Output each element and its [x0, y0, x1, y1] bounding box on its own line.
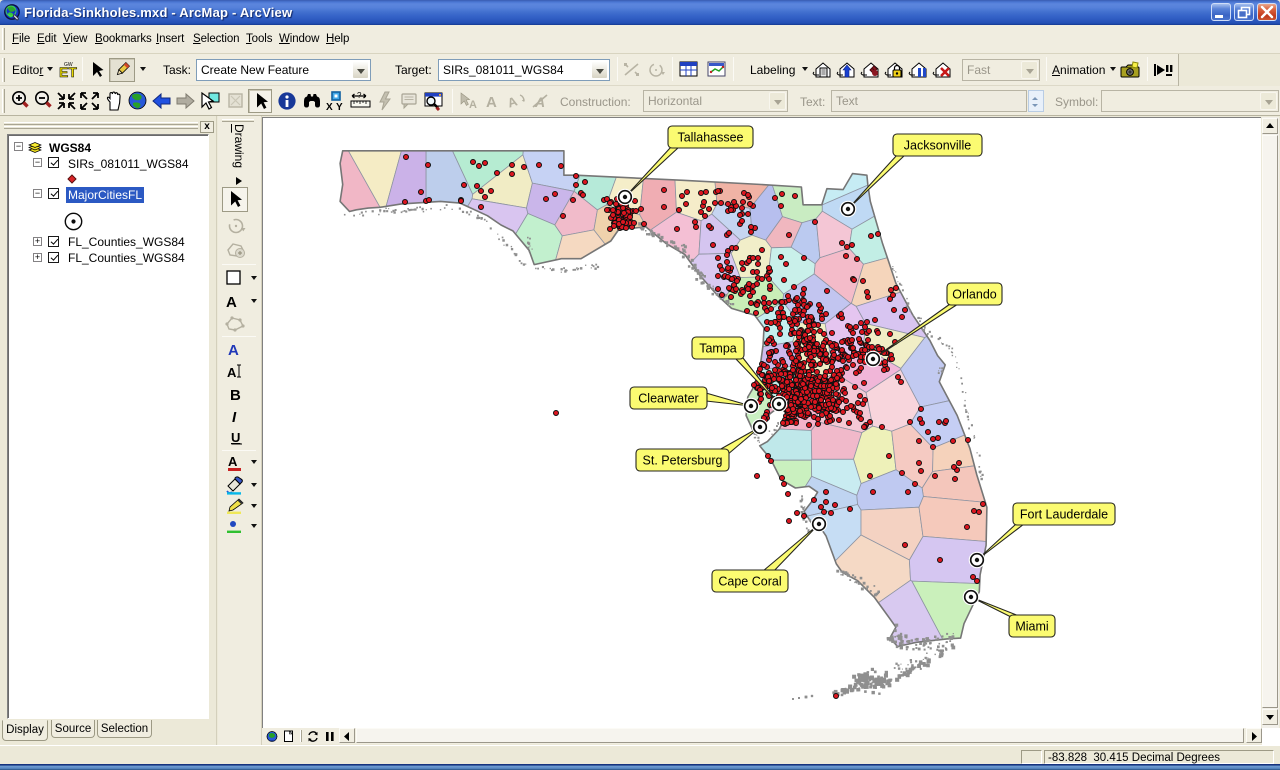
svg-text:St. Petersburg: St. Petersburg: [643, 454, 723, 468]
svg-text:?: ?: [357, 91, 362, 100]
svg-text:A: A: [228, 454, 238, 469]
svg-text:A: A: [486, 94, 497, 111]
svg-text:Miami: Miami: [1015, 620, 1048, 634]
svg-text:Fort Lauderdale: Fort Lauderdale: [1020, 508, 1108, 522]
svg-text:A: A: [506, 93, 520, 110]
svg-text:A: A: [226, 294, 237, 310]
svg-text:B: B: [230, 387, 241, 403]
svg-text:I: I: [232, 409, 237, 425]
svg-text:GW: GW: [64, 62, 73, 68]
svg-text:Tallahassee: Tallahassee: [677, 131, 743, 145]
svg-text:A: A: [228, 342, 239, 358]
svg-text:A: A: [227, 365, 237, 380]
svg-text:U: U: [231, 430, 240, 445]
svg-text:X: X: [326, 102, 333, 112]
svg-text:Cape Coral: Cape Coral: [718, 575, 781, 589]
svg-text:A: A: [469, 99, 477, 111]
svg-text:Tampa: Tampa: [699, 342, 737, 356]
svg-text:Clearwater: Clearwater: [638, 392, 698, 406]
svg-text:Y: Y: [336, 102, 343, 112]
svg-text:Jacksonville: Jacksonville: [904, 139, 971, 153]
svg-text:Orlando: Orlando: [952, 288, 997, 302]
